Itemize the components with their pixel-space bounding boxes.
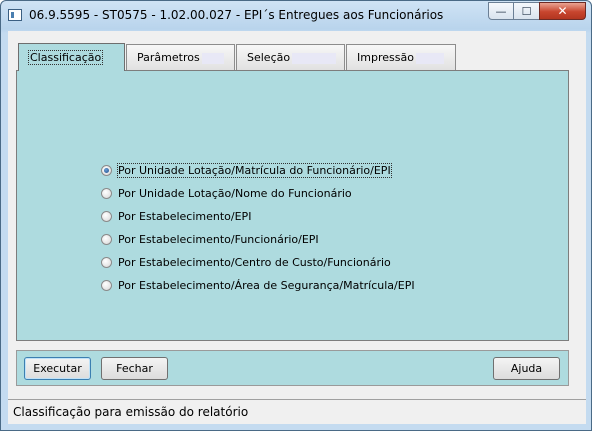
tab-impressao[interactable]: Impressão — [346, 44, 456, 70]
radio-button[interactable] — [101, 279, 112, 291]
option-estab-funcionario-epi[interactable]: Por Estabelecimento/Funcionário/EPI — [101, 231, 319, 247]
option-label: Por Unidade Lotação/Nome do Funcionário — [118, 186, 352, 200]
app-window-icon[interactable] — [8, 9, 22, 21]
option-label: Por Unidade Lotação/Matrícula do Funcion… — [117, 162, 392, 178]
radio-button[interactable] — [101, 210, 112, 222]
window-title: 06.9.5595 - ST0575 - 1.02.00.027 - EPI´s… — [29, 8, 444, 22]
tab-label: Classificação — [27, 50, 104, 65]
maximize-button[interactable]: ☐ — [513, 2, 540, 20]
action-bar: Executar Fechar Ajuda — [16, 350, 569, 386]
tab-selecao[interactable]: Seleção — [236, 44, 345, 70]
window-close-button[interactable]: ✕ — [539, 2, 586, 20]
option-label: Por Estabelecimento/Centro de Custo/Func… — [118, 255, 391, 269]
close-button[interactable]: Fechar — [101, 357, 168, 380]
radio-button[interactable] — [101, 233, 112, 245]
tab-label-highlight — [415, 52, 444, 64]
tab-classificacao[interactable]: Classificação — [18, 43, 125, 71]
radio-button[interactable] — [101, 256, 112, 268]
close-icon: ✕ — [557, 4, 568, 18]
help-button[interactable]: Ajuda — [493, 357, 560, 380]
execute-button[interactable]: Executar — [24, 357, 91, 380]
radio-button[interactable] — [101, 164, 112, 176]
classification-panel: Por Unidade Lotação/Matrícula do Funcion… — [16, 70, 569, 341]
tab-label-highlight — [201, 52, 224, 64]
status-bar: Classificação para emissão do relatório — [8, 399, 586, 424]
option-label: Por Estabelecimento/EPI — [118, 209, 252, 223]
title-bar[interactable]: 06.9.5595 - ST0575 - 1.02.00.027 - EPI´s… — [1, 1, 591, 31]
radio-button[interactable] — [101, 187, 112, 199]
option-label: Por Estabelecimento/Funcionário/EPI — [118, 232, 319, 246]
window-client-area: Classificação Parâmetros Seleção Impress… — [8, 31, 586, 424]
minimize-icon: — — [495, 4, 507, 18]
tab-label: Parâmetros — [137, 51, 200, 64]
status-text: Classificação para emissão do relatório — [13, 405, 249, 419]
option-estab-epi[interactable]: Por Estabelecimento/EPI — [101, 208, 251, 224]
option-unidade-matricula-epi[interactable]: Por Unidade Lotação/Matrícula do Funcion… — [101, 162, 392, 178]
option-label: Por Estabelecimento/Área de Segurança/Ma… — [118, 278, 415, 292]
tab-label-highlight — [292, 52, 337, 64]
option-estab-centro-custo[interactable]: Por Estabelecimento/Centro de Custo/Func… — [101, 254, 391, 270]
option-estab-area-seguranca[interactable]: Por Estabelecimento/Área de Segurança/Ma… — [101, 277, 415, 293]
tab-parametros[interactable]: Parâmetros — [126, 44, 235, 70]
option-unidade-nome[interactable]: Por Unidade Lotação/Nome do Funcionário — [101, 185, 352, 201]
minimize-button[interactable]: — — [488, 2, 514, 20]
maximize-icon: ☐ — [521, 4, 532, 18]
tab-label: Seleção — [247, 51, 291, 64]
application-window: 06.9.5595 - ST0575 - 1.02.00.027 - EPI´s… — [0, 0, 592, 431]
tab-label: Impressão — [357, 51, 414, 64]
